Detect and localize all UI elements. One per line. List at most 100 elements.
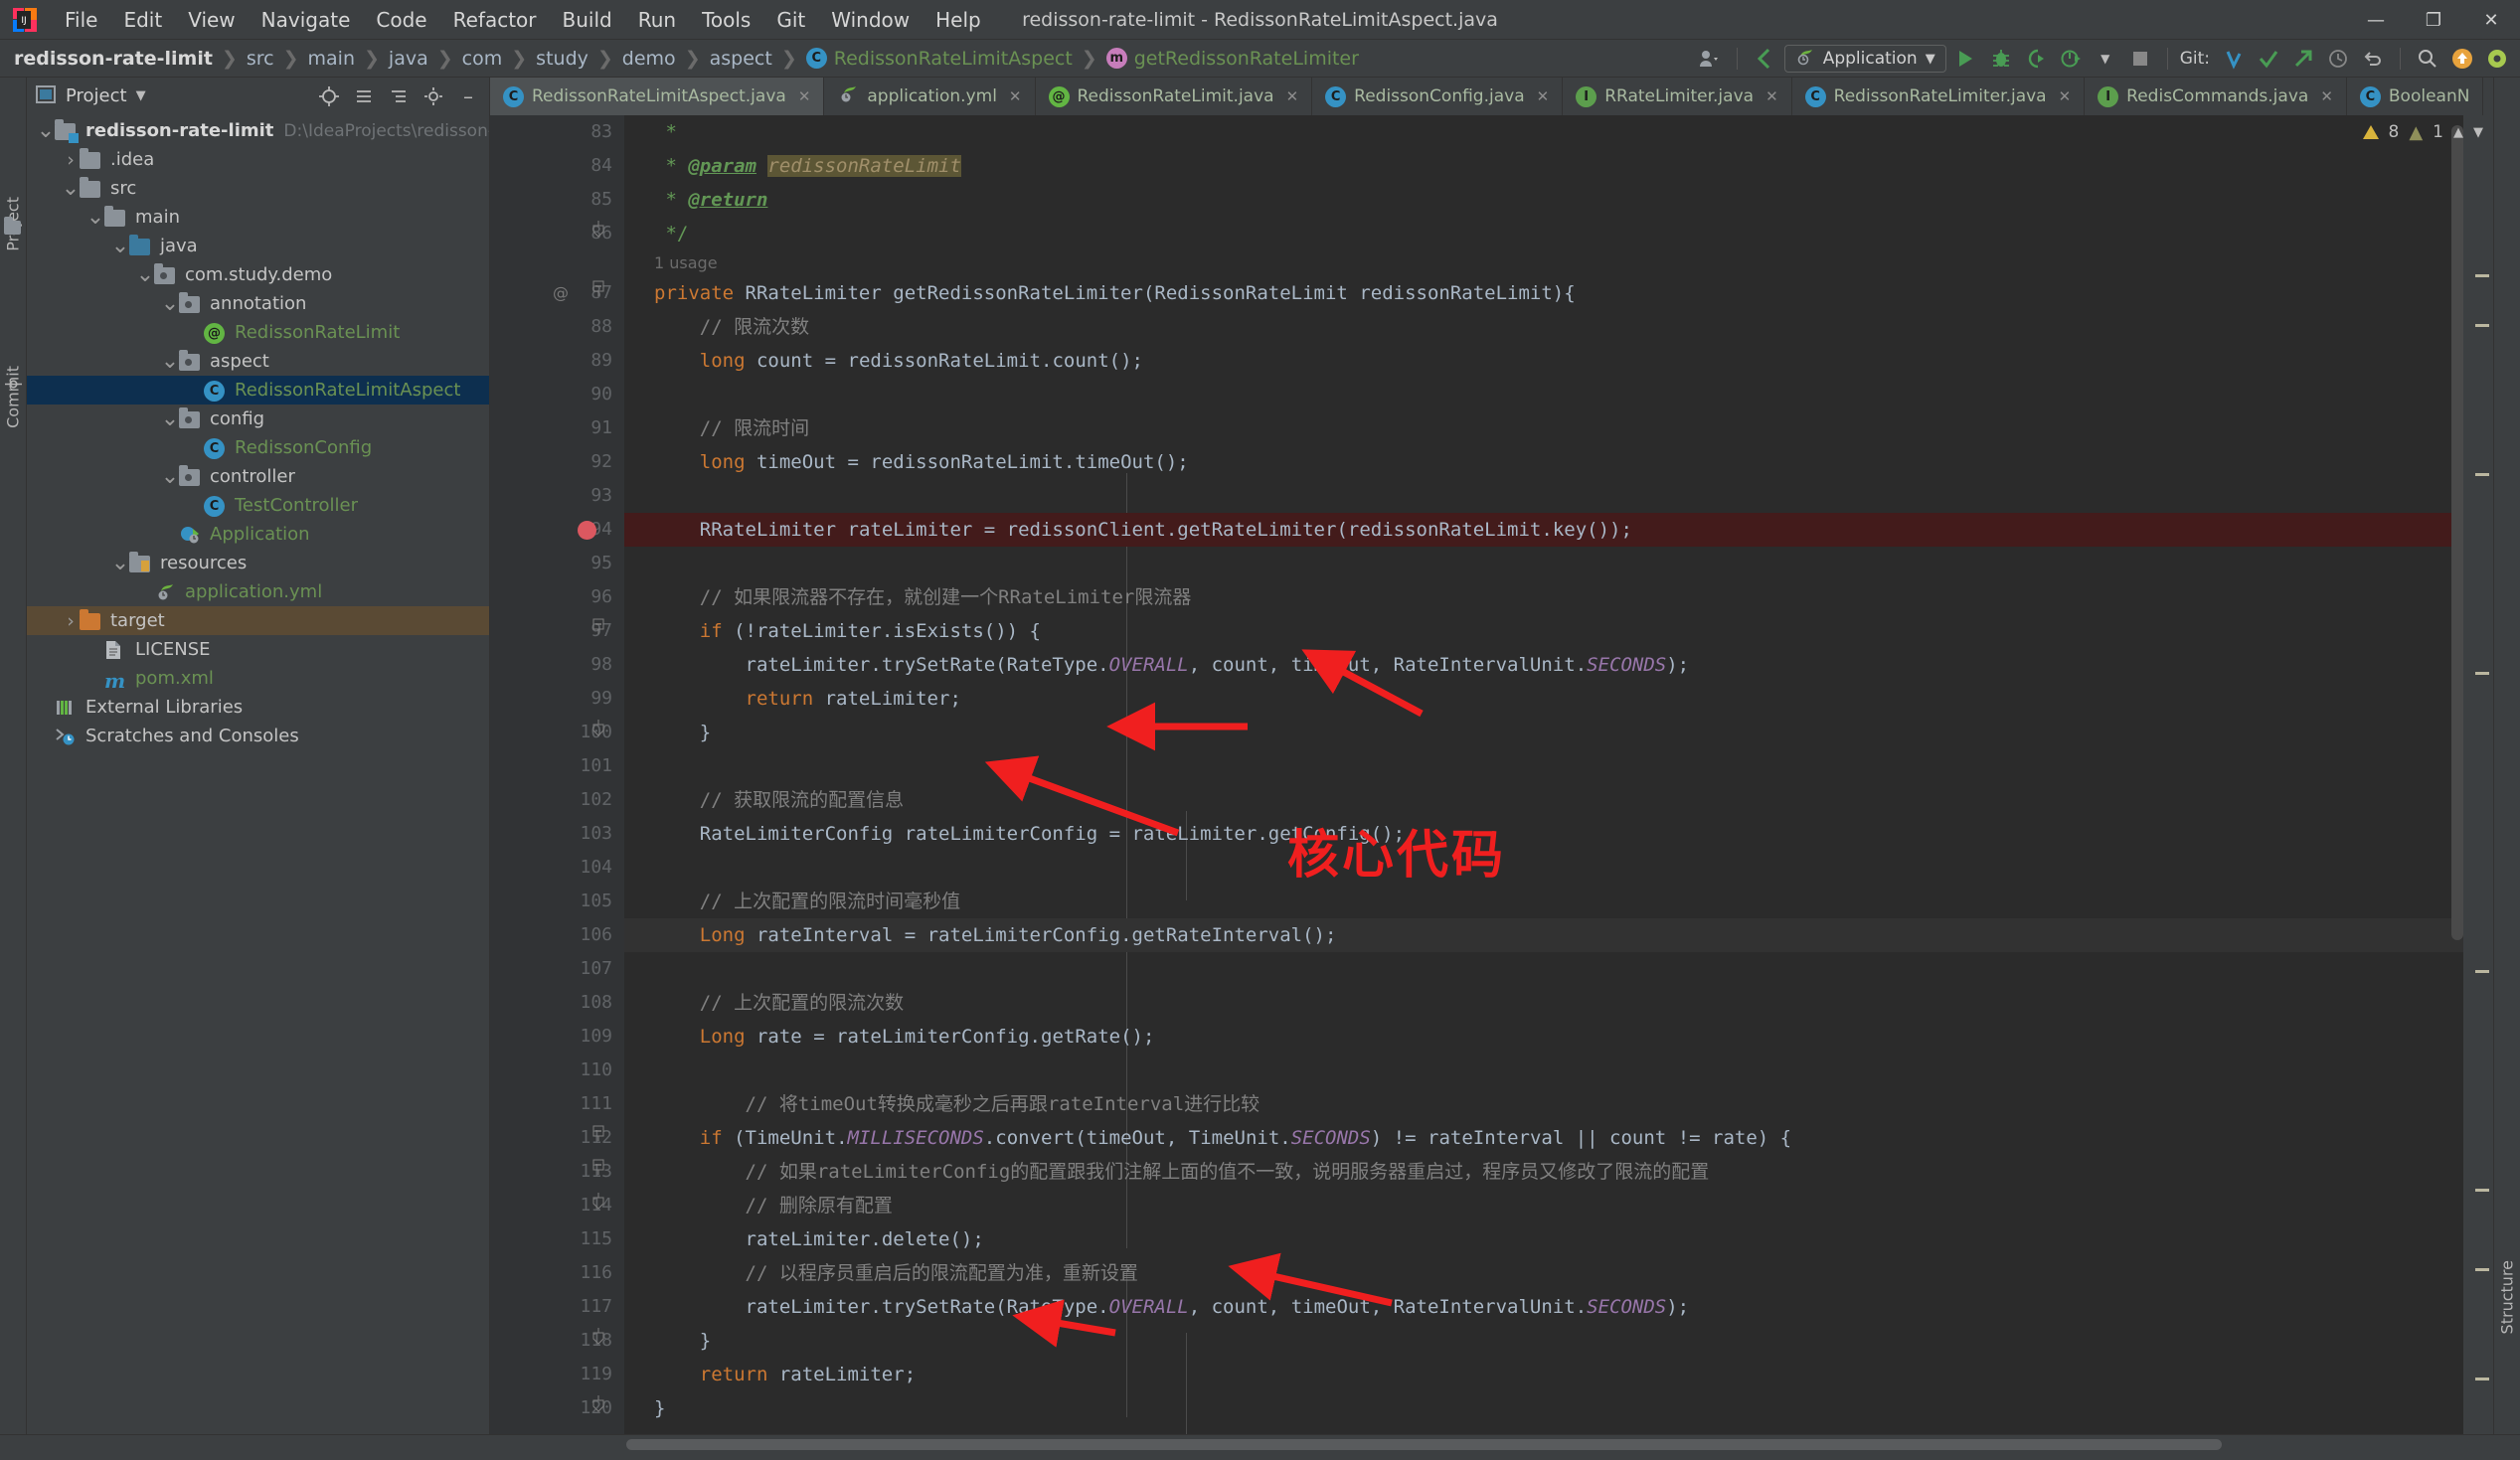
editor-tab-bar[interactable]: C RedissonRateLimitAspect.java ✕ applicatio… [490,78,2493,115]
project-tree[interactable]: ⌄ redisson-rate-limit D:\IdeaProjects\redi… [27,114,489,1434]
code-line[interactable]: rateLimiter.delete(); [624,1222,2463,1256]
chevron-up-icon[interactable]: ▲ [2453,125,2463,140]
tree-item-aspect[interactable]: ⌄ aspect [27,347,489,376]
code-line[interactable]: long timeOut = redissonRateLimit.timeOut… [624,445,2463,479]
breadcrumb-item-main[interactable]: main [308,48,355,70]
code-line[interactable] [624,479,2463,513]
code-line[interactable]: Long rateInterval = rateLimiterConfig.ge… [624,918,2463,952]
tree-item-license[interactable]: LICENSE [27,635,489,664]
rollback-icon[interactable] [2358,44,2388,74]
code-line[interactable]: private RRateLimiter getRedissonRateLimi… [624,276,2463,310]
breadcrumb-item-com[interactable]: com [462,48,503,70]
menu-code[interactable]: Code [363,4,439,36]
close-icon[interactable]: ✕ [2462,0,2520,40]
inspection-widget[interactable]: 8 ▲ 1 ▲ ▼ [2353,115,2494,149]
code-line[interactable]: } [624,1425,2463,1434]
menu-help[interactable]: Help [923,4,994,36]
close-tab-icon[interactable]: ✕ [1286,87,1299,105]
maximize-icon[interactable]: ❐ [2405,0,2462,40]
code-line[interactable]: // 删除原有配置 [624,1189,2463,1222]
close-tab-icon[interactable]: ✕ [798,87,811,105]
chevron-down-icon[interactable]: ⌄ [37,119,55,141]
usage-hint[interactable]: 1 usage [624,250,2463,276]
close-tab-icon[interactable]: ✕ [1537,87,1550,105]
code-line[interactable]: // 限流次数 [624,310,2463,344]
notifications-icon[interactable] [2447,44,2477,74]
code-line[interactable]: Long rate = rateLimiterConfig.getRate(); [624,1020,2463,1054]
chevron-down-icon[interactable]: ⌄ [161,465,179,487]
fold-end-icon[interactable] [588,716,608,749]
code-line[interactable]: } [624,1324,2463,1358]
code-line[interactable] [624,378,2463,411]
editor-tab-booleann[interactable]: C BooleanN [2347,78,2484,115]
tree-item-testcontroller[interactable]: C TestController [27,491,489,520]
code-line[interactable]: * [624,115,2463,149]
fold-start-icon[interactable] [588,1155,608,1189]
tree-item-com-study-demo[interactable]: ⌄ com.study.demo [27,260,489,289]
git-commit-icon[interactable] [2254,44,2283,74]
code-line[interactable]: if (!rateLimiter.isExists()) { [624,614,2463,648]
collapse-all-icon[interactable] [351,83,377,109]
breadcrumb-item-study[interactable]: study [536,48,588,70]
run-with-coverage-icon[interactable] [2021,44,2051,74]
code-line[interactable] [624,547,2463,580]
menu-build[interactable]: Build [550,4,625,36]
tree-item-config[interactable]: ⌄ config [27,405,489,433]
code-line[interactable]: // 如果rateLimiterConfig的配置跟我们注解上面的值不一致，说明… [624,1155,2463,1189]
breadcrumb-item-project[interactable]: redisson-rate-limit [14,48,213,70]
code-line[interactable]: rateLimiter.trySetRate(RateType.OVERALL,… [624,648,2463,682]
editor-tab-rratelimiter-java[interactable]: I RRateLimiter.java ✕ [1563,78,1792,115]
chevron-down-icon[interactable]: ▼ [136,88,146,103]
menu-git[interactable]: Git [763,4,818,36]
code-line[interactable]: RateLimiterConfig rateLimiterConfig = ra… [624,817,2463,851]
editor-gutter[interactable]: 83 84 85 86 87 @88 89 90 91 92 93 94 95 96 97 98 99 100 10… [490,115,624,1434]
code-line[interactable] [624,952,2463,986]
chevron-down-icon[interactable]: ⌄ [62,177,80,199]
code-line[interactable] [624,851,2463,885]
code-line[interactable]: */ [624,217,2463,250]
menu-bar[interactable]: File Edit View Navigate Code Refactor Bu… [52,4,994,36]
tree-item-redissonratelimit[interactable]: @ RedissonRateLimit [27,318,489,347]
code-line[interactable]: // 以程序员重启后的限流配置为准，重新设置 [624,1256,2463,1290]
fold-start-icon[interactable] [588,1121,608,1155]
code-line[interactable]: return rateLimiter; [624,682,2463,716]
code-line[interactable]: // 限流时间 [624,411,2463,445]
breadcrumb[interactable]: redisson-rate-limit ❯ src ❯ main ❯ java … [14,48,1359,70]
tree-item-scratches-and-consoles[interactable]: Scratches and Consoles [27,722,489,750]
history-icon[interactable] [2323,44,2353,74]
tree-item-controller[interactable]: ⌄ controller [27,462,489,491]
breadcrumb-item-class[interactable]: RedissonRateLimitAspect [834,48,1073,70]
menu-run[interactable]: Run [625,4,689,36]
editor-tab-redissonconfig-java[interactable]: C RedissonConfig.java ✕ [1312,78,1564,115]
locate-icon[interactable] [316,83,342,109]
editor-tab-redissonratelimiter-java[interactable]: C RedissonRateLimiter.java ✕ [1792,78,2086,115]
expand-icon[interactable] [386,83,412,109]
breadcrumb-item-src[interactable]: src [247,48,274,70]
breadcrumb-item-java[interactable]: java [389,48,428,70]
git-push-icon[interactable] [2288,44,2318,74]
chevron-right-icon[interactable]: › [62,149,80,171]
tree-item-redissonratelimitaspect[interactable]: C RedissonRateLimitAspect [27,376,489,405]
tool-window-structure[interactable]: Structure [2498,1260,2517,1334]
breadcrumb-item-method[interactable]: getRedissonRateLimiter [1134,48,1359,70]
code-line[interactable]: * @return [624,183,2463,217]
search-everywhere-icon[interactable] [2413,44,2442,74]
menu-navigate[interactable]: Navigate [249,4,364,36]
tree-item-application-yml[interactable]: application.yml [27,577,489,606]
menu-refactor[interactable]: Refactor [440,4,550,36]
fold-end-icon[interactable] [588,1391,608,1425]
run-icon[interactable] [1951,44,1981,74]
chevron-down-icon[interactable]: ⌄ [161,407,179,429]
breadcrumb-item-aspect[interactable]: aspect [710,48,772,70]
chevron-down-icon[interactable]: ⌄ [136,263,154,285]
chevron-down-icon[interactable]: ▼ [2473,125,2483,140]
menu-window[interactable]: Window [818,4,923,36]
fold-end-icon[interactable] [588,1189,608,1222]
tree-item-annotation[interactable]: ⌄ annotation [27,289,489,318]
settings-icon[interactable] [420,83,446,109]
code-line[interactable]: if (TimeUnit.MILLISECONDS.convert(timeOu… [624,1121,2463,1155]
tree-item-pom-xml[interactable]: m pom.xml [27,664,489,693]
tree-item-idea[interactable]: › .idea [27,145,489,174]
error-stripe[interactable] [2451,115,2493,1434]
chevron-down-icon[interactable]: ⌄ [111,235,129,256]
